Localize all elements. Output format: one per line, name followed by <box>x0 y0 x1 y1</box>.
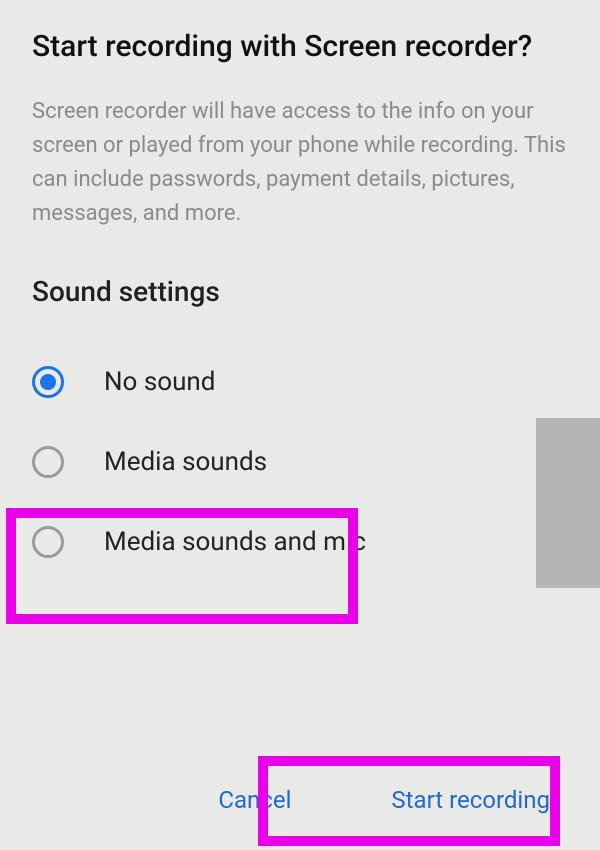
radio-option-media-sounds-mic[interactable]: Media sounds and mic <box>32 502 568 582</box>
dialog-footer: Cancel Start recording <box>0 750 600 850</box>
cancel-button[interactable]: Cancel <box>198 766 311 834</box>
radio-option-no-sound[interactable]: No sound <box>32 342 568 422</box>
dialog-description: Screen recorder will have access to the … <box>32 95 568 231</box>
radio-label: Media sounds and mic <box>104 527 366 557</box>
radio-icon <box>32 526 64 558</box>
right-edge-artifact <box>536 418 600 588</box>
dialog-title: Start recording with Screen recorder? <box>32 30 568 65</box>
radio-option-media-sounds[interactable]: Media sounds <box>32 422 568 502</box>
radio-icon <box>32 446 64 478</box>
start-recording-button[interactable]: Start recording <box>371 766 570 834</box>
radio-label: Media sounds <box>104 447 267 477</box>
screen-recorder-dialog: Start recording with Screen recorder? Sc… <box>0 0 600 582</box>
radio-label: No sound <box>104 367 215 397</box>
sound-settings-heading: Sound settings <box>32 275 568 308</box>
radio-icon <box>32 366 64 398</box>
